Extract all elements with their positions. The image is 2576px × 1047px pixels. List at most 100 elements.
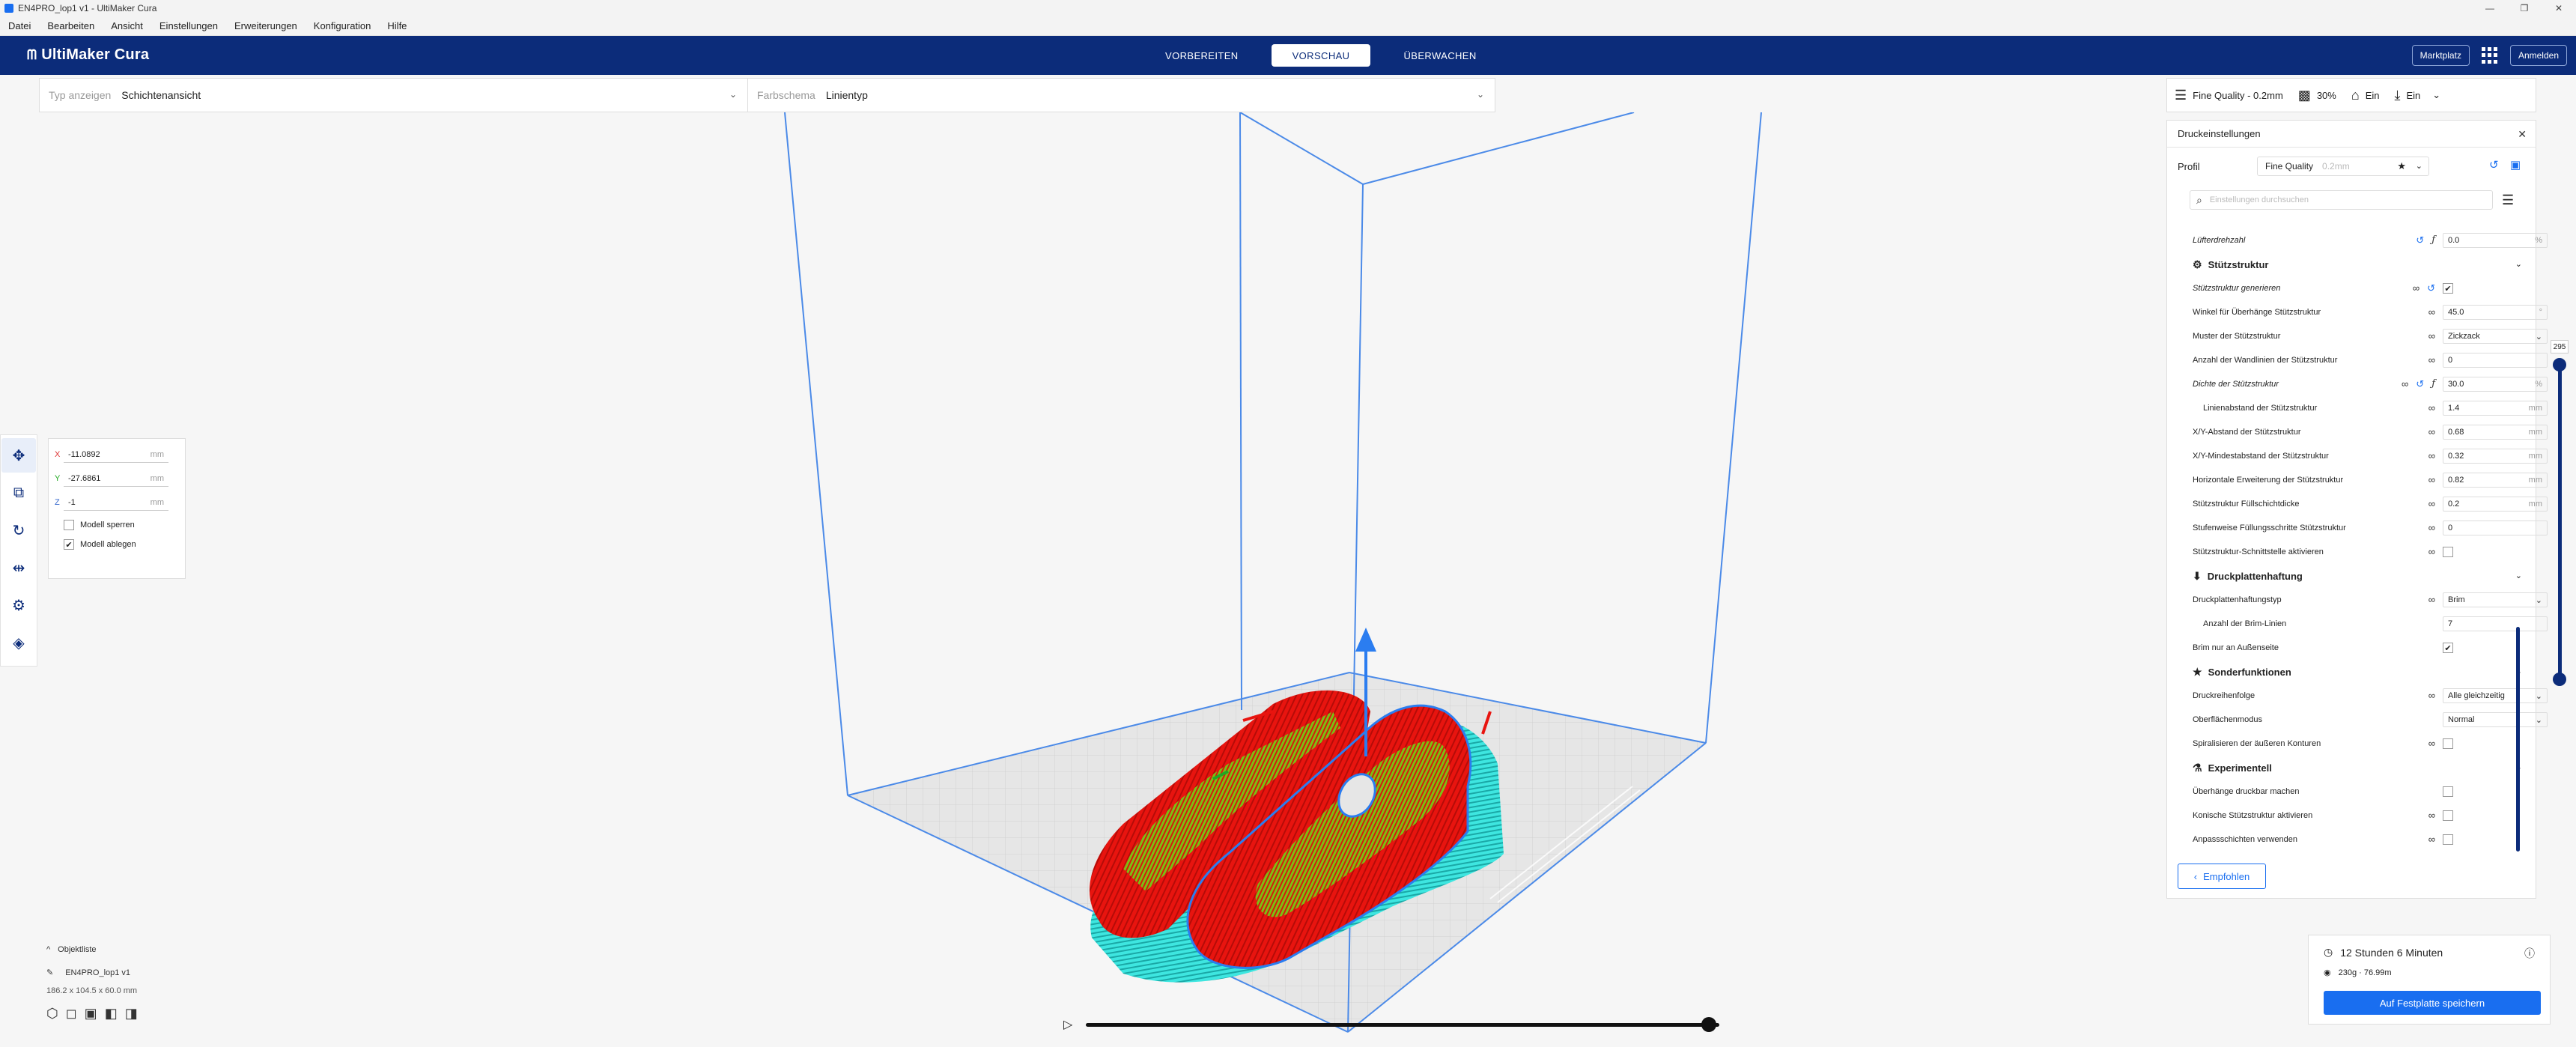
link-icon[interactable]: ∞ [2402, 378, 2408, 390]
checkbox-unchecked[interactable] [2443, 547, 2453, 557]
layer-slider-track[interactable] [2558, 364, 2562, 682]
per-model-settings-button[interactable]: ⚙ [1, 588, 36, 622]
scale-tool-button[interactable]: ⧉ [1, 476, 36, 510]
play-icon[interactable]: ▷ [1063, 1017, 1072, 1032]
view-type-select[interactable]: Typ anzeigen Schichtenansicht ⌄ [40, 79, 748, 112]
setting-input[interactable]: 0.82 mm [2443, 473, 2548, 488]
checkbox-checked[interactable]: ✔ [2443, 283, 2453, 294]
checkbox-checked[interactable]: ✔ [2443, 643, 2453, 653]
recommended-button[interactable]: ‹ Empfohlen [2178, 864, 2266, 889]
link-icon[interactable]: ∞ [2428, 450, 2435, 461]
menu-help[interactable]: Hilfe [379, 20, 415, 31]
close-window-button[interactable]: ✕ [2542, 0, 2576, 16]
link-icon[interactable]: ∞ [2428, 354, 2435, 365]
color-scheme-select[interactable]: Farbschema Linientyp ⌄ [748, 79, 1495, 112]
link-icon[interactable]: ∞ [2428, 546, 2435, 557]
link-icon[interactable]: ∞ [2428, 426, 2435, 437]
top-view-icon[interactable]: ▣ [85, 1006, 97, 1022]
menu-extensions[interactable]: Erweiterungen [226, 20, 306, 31]
link-icon[interactable]: ∞ [2428, 498, 2435, 509]
menu-configuration[interactable]: Konfiguration [306, 20, 380, 31]
menu-settings[interactable]: Einstellungen [151, 20, 226, 31]
lock-model-checkbox[interactable]: Modell sperren [64, 520, 179, 530]
setting-select[interactable]: Alle gleichzeitig ⌄ [2443, 688, 2548, 703]
settings-category[interactable]: ⚗Experimentell⌄ [2193, 756, 2522, 780]
settings-scrollbar[interactable] [2516, 627, 2520, 852]
link-icon[interactable]: ∞ [2428, 810, 2435, 821]
path-slider-handle[interactable] [1701, 1017, 1716, 1032]
x-coordinate-input[interactable]: -11.0892 mm [64, 446, 168, 463]
left-view-icon[interactable]: ◧ [105, 1006, 118, 1022]
reset-icon[interactable]: ↺ [2416, 378, 2424, 390]
support-blocker-button[interactable]: ◈ [1, 625, 36, 660]
setting-input[interactable]: 0.0% [2443, 233, 2548, 248]
setting-select[interactable]: Zickzack ⌄ [2443, 329, 2548, 344]
checkbox-unchecked[interactable] [2443, 738, 2453, 749]
right-view-icon[interactable]: ◨ [125, 1006, 138, 1022]
function-icon[interactable]: ƒ [2431, 378, 2435, 390]
layer-slider-top-handle[interactable] [2553, 358, 2566, 371]
setting-input[interactable]: 0 [2443, 353, 2548, 368]
menu-edit[interactable]: Bearbeiten [39, 20, 103, 31]
object-list-toggle[interactable]: ^ Objektliste [46, 945, 271, 954]
link-icon[interactable]: ∞ [2428, 738, 2435, 749]
layer-slider-bottom-handle[interactable] [2553, 673, 2566, 686]
mirror-tool-button[interactable]: ⇹ [1, 550, 36, 585]
move-tool-button[interactable]: ✥ [1, 438, 36, 473]
marketplace-button[interactable]: Marktplatz [2411, 45, 2470, 66]
profile-select[interactable]: Fine Quality 0.2mm ★ ⌄ [2257, 157, 2429, 176]
path-slider-track[interactable] [1086, 1023, 1719, 1027]
checkbox-unchecked[interactable] [2443, 834, 2453, 845]
reset-icon[interactable]: ↺ [2416, 234, 2424, 246]
apps-grid-icon[interactable] [2481, 47, 2498, 64]
minimize-button[interactable]: — [2473, 0, 2507, 16]
tab-preview[interactable]: VORSCHAU [1271, 44, 1371, 67]
link-icon[interactable]: ∞ [2413, 282, 2419, 294]
reset-icon[interactable]: ↺ [2427, 282, 2435, 294]
info-icon[interactable]: ⓘ [2524, 946, 2535, 961]
link-icon[interactable]: ∞ [2428, 594, 2435, 605]
link-icon[interactable]: ∞ [2428, 306, 2435, 318]
maximize-button[interactable]: ❐ [2507, 0, 2542, 16]
print-setup-bar[interactable]: ☰ Fine Quality - 0.2mm ▩ 30% ⌂ Ein ⤓ Ein… [2166, 78, 2536, 112]
setting-input[interactable]: 1.4 mm [2443, 401, 2548, 416]
settings-category[interactable]: ⬇ Druckplattenhaftung ⌄ [2193, 564, 2522, 588]
checkbox-unchecked[interactable] [2443, 810, 2453, 821]
front-view-icon[interactable]: ◻ [66, 1006, 77, 1022]
object-list-item[interactable]: ✎ EN4PRO_lop1 v1 [46, 968, 271, 978]
link-icon[interactable]: ∞ [2428, 834, 2435, 845]
setting-select[interactable]: Brim ⌄ [2443, 592, 2548, 607]
layer-slider-value[interactable]: 295 [2551, 340, 2569, 353]
menu-file[interactable]: Datei [0, 20, 39, 31]
setting-input[interactable]: 0.2 mm [2443, 497, 2548, 512]
login-button[interactable]: Anmelden [2509, 45, 2567, 66]
function-icon[interactable]: ƒ [2431, 234, 2435, 246]
save-to-disk-button[interactable]: Auf Festplatte speichern [2324, 991, 2541, 1015]
link-icon[interactable]: ∞ [2428, 402, 2435, 413]
setting-input[interactable]: 7 [2443, 616, 2548, 631]
close-icon[interactable]: ✕ [2518, 128, 2527, 141]
setting-input[interactable]: 0 [2443, 521, 2548, 535]
drop-model-checkbox[interactable]: ✔ Modell ablegen [64, 539, 179, 550]
setting-input[interactable]: 30.0% [2443, 377, 2548, 392]
tab-prepare[interactable]: VORBEREITEN [1144, 44, 1260, 67]
settings-category[interactable]: ★Sonderfunktionen⌄ [2193, 660, 2522, 684]
settings-visibility-menu-icon[interactable]: ☰ [2502, 192, 2514, 208]
setting-input[interactable]: 45.0 ° [2443, 305, 2548, 320]
setting-input[interactable]: 0.32 mm [2443, 449, 2548, 464]
link-icon[interactable]: ∞ [2428, 474, 2435, 485]
link-icon[interactable]: ∞ [2428, 522, 2435, 533]
y-coordinate-input[interactable]: -27.6861 mm [64, 470, 168, 487]
setting-input[interactable]: 0.68 mm [2443, 425, 2548, 440]
link-icon[interactable]: ∞ [2428, 330, 2435, 342]
setting-select[interactable]: Normal ⌄ [2443, 712, 2548, 727]
link-icon[interactable]: ∞ [2428, 690, 2435, 701]
menu-view[interactable]: Ansicht [103, 20, 151, 31]
rotate-tool-button[interactable]: ↻ [1, 513, 36, 547]
reset-profile-icon[interactable]: ↺ [2489, 158, 2499, 172]
tab-monitor[interactable]: ÜBERWACHEN [1382, 44, 1497, 67]
settings-search-input[interactable]: ⌕ Einstellungen durchsuchen [2190, 190, 2493, 210]
3d-view-icon[interactable]: ⬡ [46, 1006, 58, 1022]
save-profile-icon[interactable]: ▣ [2510, 158, 2521, 172]
checkbox-unchecked[interactable] [2443, 786, 2453, 797]
